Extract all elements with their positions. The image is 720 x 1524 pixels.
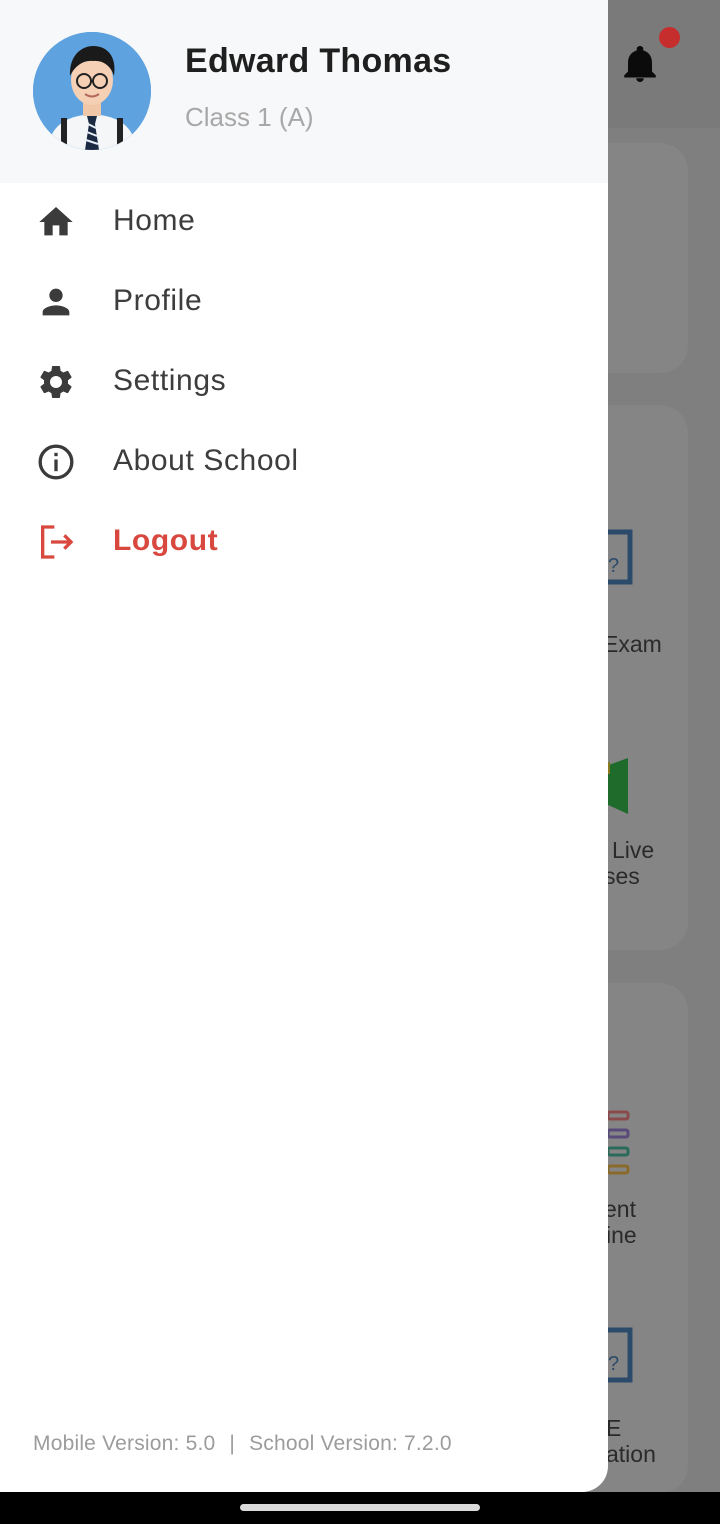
home-icon (39, 207, 73, 236)
background-label: ine (606, 1222, 637, 1248)
menu-item-about-school[interactable]: About School (0, 422, 608, 502)
svg-text:?: ? (608, 555, 619, 577)
logout-icon (41, 525, 74, 559)
avatar-image (33, 32, 151, 150)
menu-label: Settings (113, 364, 227, 397)
user-class: Class 1 (A) (185, 102, 314, 132)
version-separator: | (229, 1432, 236, 1455)
gear-icon (40, 366, 72, 398)
drawer-header: Edward Thomas Class 1 (A) (0, 0, 608, 183)
menu-item-profile[interactable]: Profile (0, 262, 608, 342)
background-label: ent (604, 1196, 636, 1222)
navigation-drawer: Edward Thomas Class 1 (A) Home Profile S… (0, 0, 608, 1492)
menu-label: Logout (113, 524, 219, 557)
background-label: E (606, 1415, 622, 1441)
background-label: Exam (603, 631, 662, 657)
menu-item-home[interactable]: Home (0, 182, 608, 262)
menu-label: About School (113, 444, 299, 477)
background-label: Live (612, 837, 655, 863)
version-info: Mobile Version: 5.0 | School Version: 7.2.… (33, 1432, 452, 1456)
user-name: Edward Thomas (185, 42, 452, 80)
menu-item-logout[interactable]: Logout (0, 502, 608, 582)
school-version: School Version: 7.2.0 (249, 1432, 452, 1455)
bell-icon[interactable] (622, 44, 658, 84)
background-label: ation (606, 1441, 656, 1467)
mobile-version: Mobile Version: 5.0 (33, 1432, 216, 1455)
menu-label: Home (113, 204, 196, 237)
home-gesture-handle[interactable] (240, 1504, 480, 1511)
menu-item-settings[interactable]: Settings (0, 342, 608, 422)
svg-text:?: ? (608, 1353, 619, 1375)
background-label: ses (604, 863, 640, 889)
menu-label: Profile (113, 284, 203, 317)
notification-dot (659, 27, 680, 48)
avatar[interactable] (33, 32, 151, 150)
person-icon (42, 288, 70, 316)
info-icon (38, 444, 74, 480)
